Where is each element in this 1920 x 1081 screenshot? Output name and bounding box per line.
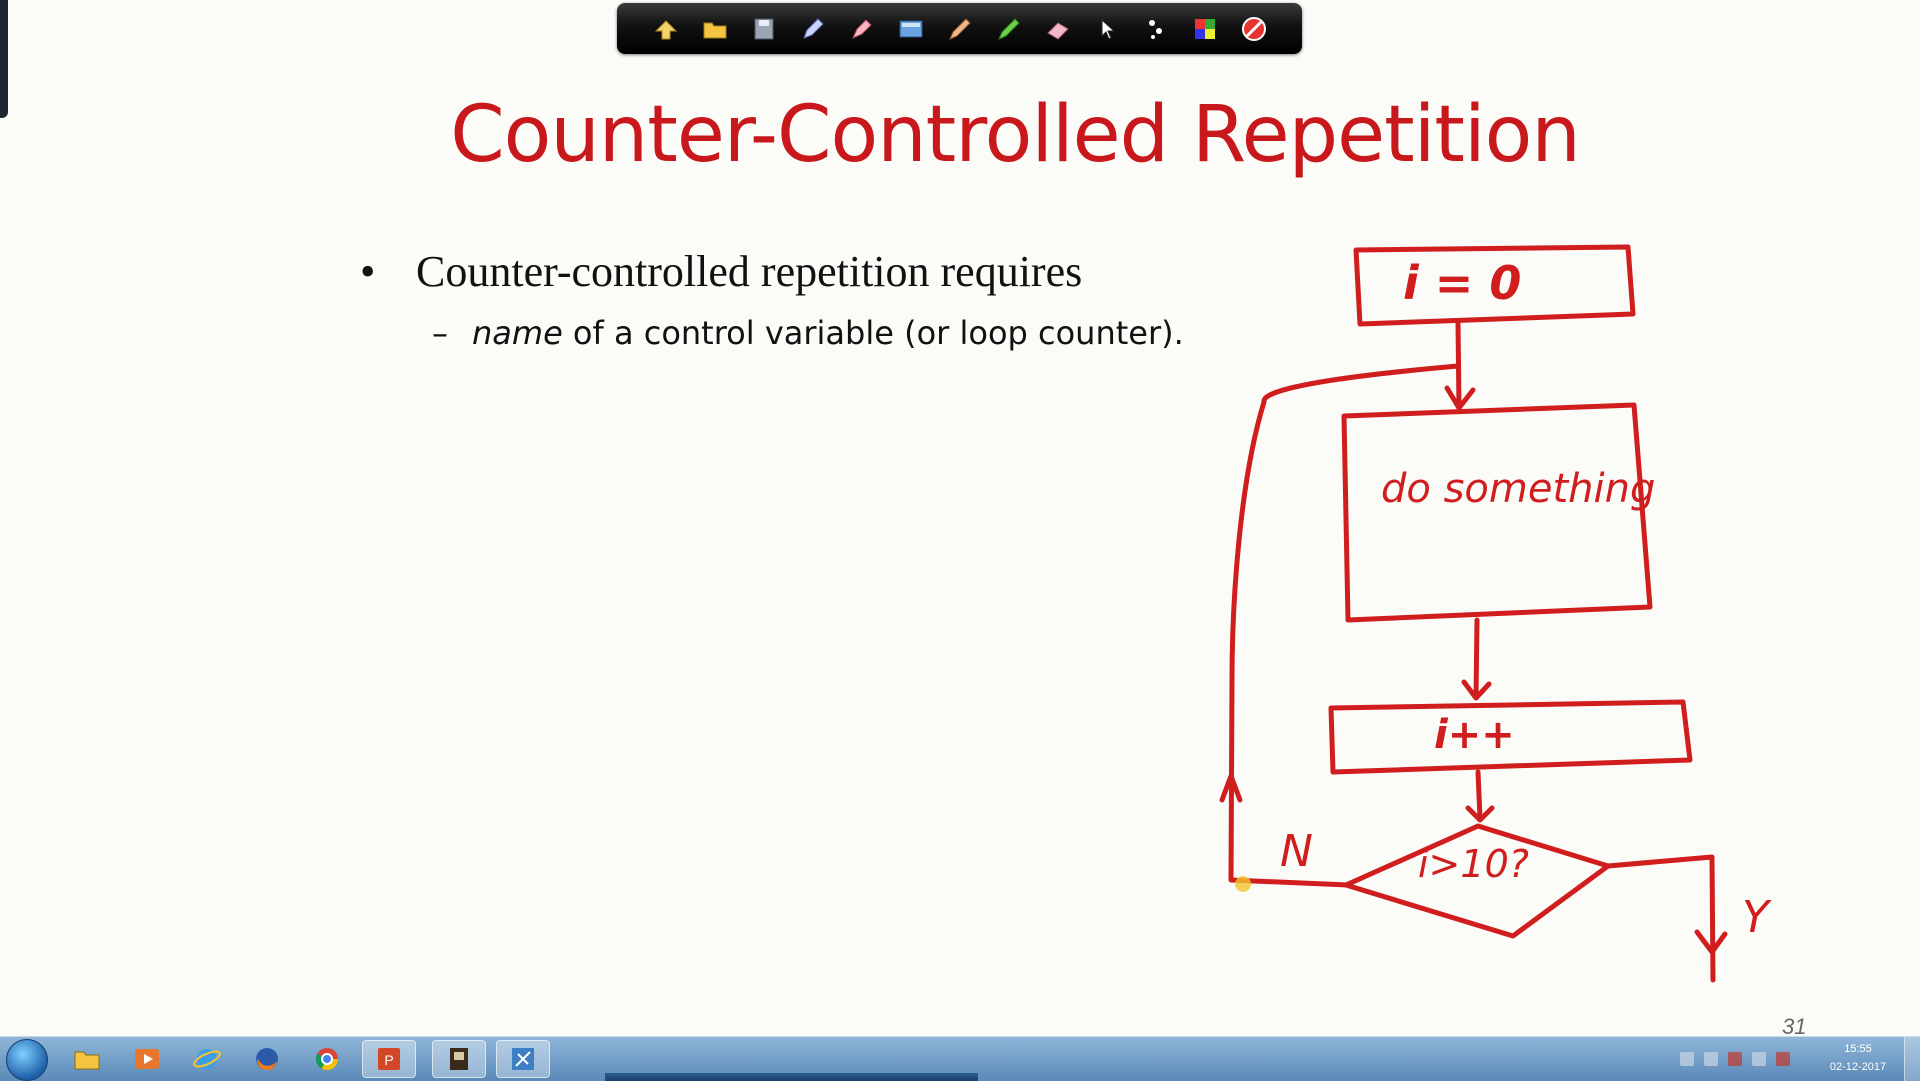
- firefox-icon[interactable]: [240, 1040, 294, 1078]
- pen-icon[interactable]: [795, 11, 830, 46]
- folder-icon[interactable]: [697, 11, 732, 46]
- previous-arrow-icon[interactable]: [648, 11, 683, 46]
- tray-arrow-icon[interactable]: [1704, 1052, 1718, 1066]
- save-icon[interactable]: [746, 11, 781, 46]
- body-to-inc-arrow: [1461, 617, 1492, 701]
- yes-branch-arrow: [1694, 929, 1728, 955]
- clock-time: 15:55: [1844, 1043, 1872, 1055]
- condition-label: i>10?: [1418, 842, 1529, 886]
- bullet-text: Counter-controlled repetition requires: [416, 247, 1083, 296]
- tray-flag-icon[interactable]: [1680, 1052, 1694, 1066]
- taskbar-clock[interactable]: 15:55 02-12-2017: [1818, 1040, 1898, 1076]
- increment-label: i++: [1434, 712, 1515, 758]
- taskbar: P 15:55 02-12-2017: [0, 1036, 1920, 1081]
- powerpoint-icon[interactable]: P: [362, 1040, 416, 1078]
- presentation-app-icon[interactable]: [432, 1040, 486, 1078]
- yes-branch-line: [1605, 854, 1716, 983]
- highlighter-icon[interactable]: [844, 11, 879, 46]
- chrome-icon[interactable]: [300, 1040, 354, 1078]
- init-to-body-arrow: [1444, 319, 1476, 411]
- internet-explorer-icon[interactable]: [180, 1040, 234, 1078]
- pointer-icon[interactable]: [1089, 11, 1124, 46]
- clock-date: 02-12-2017: [1829, 1061, 1887, 1073]
- body-label: do something: [1381, 466, 1656, 512]
- slide-title: Counter-Controlled Repetition: [450, 90, 1581, 180]
- sub-bullet-dash: –: [432, 314, 448, 352]
- tray-network-icon[interactable]: [1728, 1052, 1742, 1066]
- sub-bullet-text: of a control variable (or loop counter).: [562, 314, 1184, 352]
- init-label: i = 0: [1403, 256, 1522, 310]
- explorer-icon[interactable]: [60, 1040, 114, 1078]
- pencil-icon[interactable]: [942, 11, 977, 46]
- start-button[interactable]: [6, 1039, 48, 1081]
- tray-power-icon[interactable]: [1776, 1052, 1790, 1066]
- tray-volume-icon[interactable]: [1752, 1052, 1766, 1066]
- loop-back-line: [1228, 363, 1461, 888]
- laser-dots-icon[interactable]: [1138, 11, 1173, 46]
- sub-bullet-item: – name of a control variable (or loop cou…: [432, 314, 1184, 352]
- yes-label: Y: [1742, 892, 1769, 943]
- stop-icon[interactable]: [1236, 11, 1271, 46]
- color-palette-icon[interactable]: [1187, 11, 1222, 46]
- inc-to-cond-arrow: [1465, 769, 1495, 823]
- body-box: [1341, 402, 1653, 623]
- tool-app-icon[interactable]: [496, 1040, 550, 1078]
- media-player-icon[interactable]: [120, 1040, 174, 1078]
- no-label: N: [1280, 826, 1313, 877]
- loop-back-arrow: [1219, 773, 1243, 803]
- cursor-marker: [1235, 876, 1251, 892]
- ink-toolbar: [617, 3, 1302, 54]
- screen-capture-icon[interactable]: [893, 11, 928, 46]
- bullet-dot: •: [360, 247, 376, 296]
- system-tray: [1680, 1045, 1820, 1073]
- show-desktop-button[interactable]: [1904, 1037, 1920, 1081]
- svg-text:P: P: [384, 1052, 393, 1068]
- eraser-icon[interactable]: [1040, 11, 1075, 46]
- marker-icon[interactable]: [991, 11, 1026, 46]
- sub-bullet-emphasis: name: [472, 314, 563, 352]
